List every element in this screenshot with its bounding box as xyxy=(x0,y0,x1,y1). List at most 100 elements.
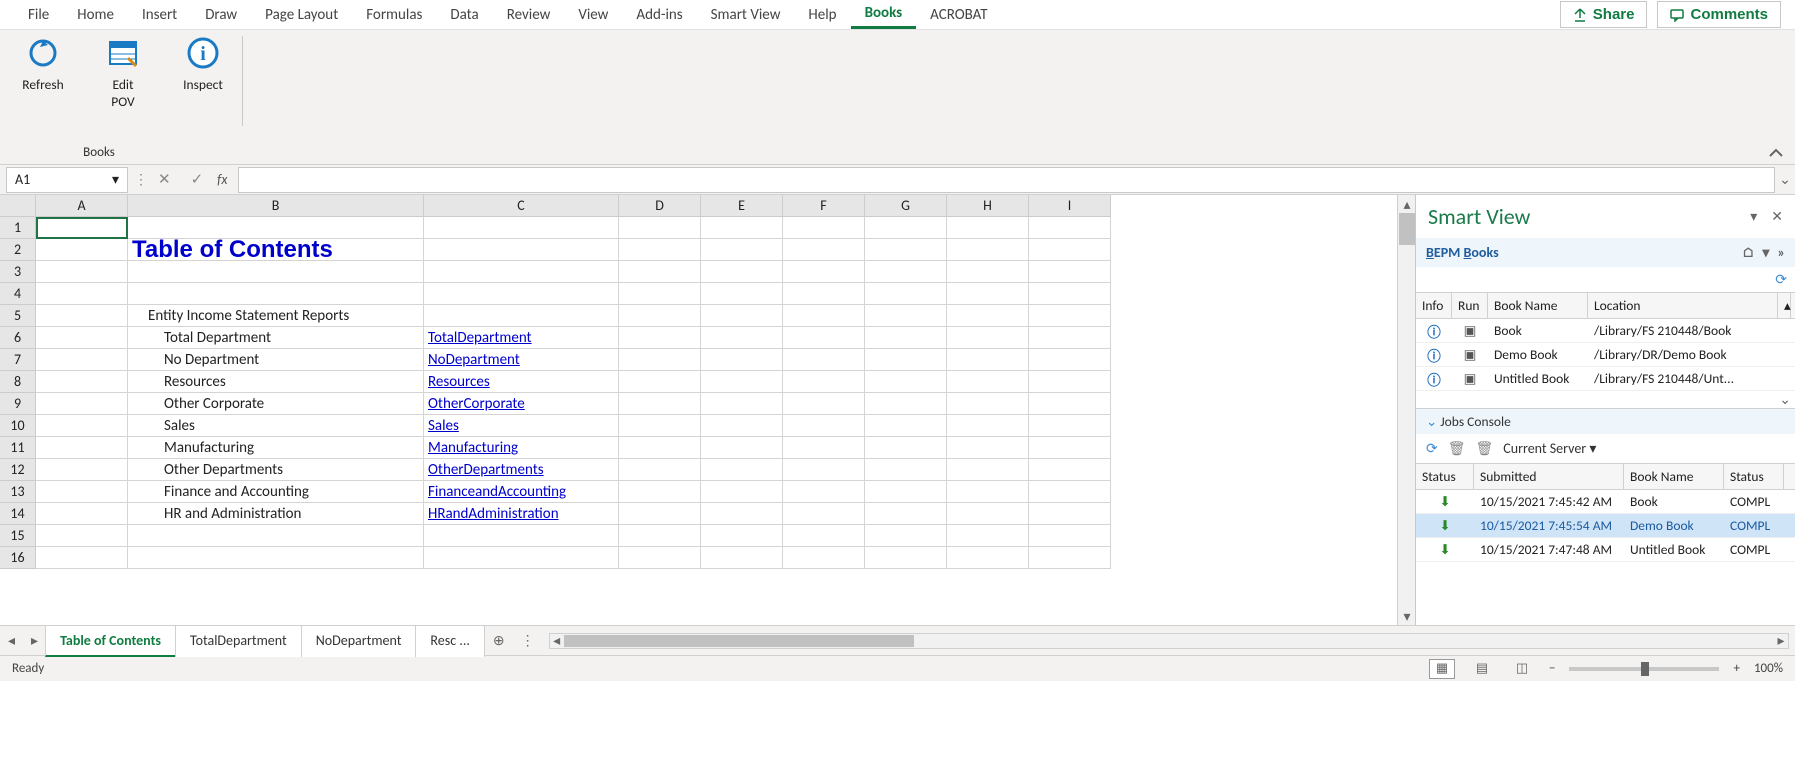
select-all-corner[interactable] xyxy=(0,195,36,217)
download-icon[interactable]: ⬇ xyxy=(1416,493,1474,510)
home-icon[interactable]: ⌂ xyxy=(1742,244,1754,261)
cell-I14[interactable] xyxy=(1029,503,1111,525)
cell-A3[interactable] xyxy=(36,261,128,283)
books-col-location[interactable]: Location xyxy=(1588,293,1778,318)
cell-H14[interactable] xyxy=(947,503,1029,525)
cell-I2[interactable] xyxy=(1029,239,1111,261)
cell-C15[interactable] xyxy=(424,525,619,547)
cell-G11[interactable] xyxy=(865,437,947,459)
jobs-expand-icon[interactable]: ⌄ xyxy=(1426,413,1437,430)
sheet-tab-nodepartment[interactable]: NoDepartment xyxy=(301,625,417,657)
cell-F11[interactable] xyxy=(783,437,865,459)
tab-view[interactable]: View xyxy=(564,2,622,28)
cell-I12[interactable] xyxy=(1029,459,1111,481)
row-header-7[interactable]: 7 xyxy=(0,349,36,371)
jobs-col-2[interactable]: Book Name xyxy=(1624,464,1724,489)
cell-F9[interactable] xyxy=(783,393,865,415)
cell-F15[interactable] xyxy=(783,525,865,547)
cell-E6[interactable] xyxy=(701,327,783,349)
delete-job-icon[interactable]: 🗑 xyxy=(1448,440,1466,457)
name-box[interactable]: A1 ▾ xyxy=(6,167,128,193)
cell-C4[interactable] xyxy=(424,283,619,305)
cell-D11[interactable] xyxy=(619,437,701,459)
cell-C14[interactable]: HRandAdministration xyxy=(424,503,619,525)
name-box-dropdown-icon[interactable]: ▾ xyxy=(112,171,119,188)
link[interactable]: Manufacturing xyxy=(428,439,518,457)
tab-help[interactable]: Help xyxy=(794,2,850,28)
job-row[interactable]: ⬇ 10/15/2021 7:47:48 AM Untitled Book CO… xyxy=(1416,538,1795,562)
cell-E14[interactable] xyxy=(701,503,783,525)
confirm-formula-icon[interactable]: ✓ xyxy=(181,170,214,189)
row-header-6[interactable]: 6 xyxy=(0,327,36,349)
books-col-run[interactable]: Run xyxy=(1452,293,1488,318)
cell-A16[interactable] xyxy=(36,547,128,569)
cell-H7[interactable] xyxy=(947,349,1029,371)
row-header-4[interactable]: 4 xyxy=(0,283,36,305)
cell-C7[interactable]: NoDepartment xyxy=(424,349,619,371)
inspect-button[interactable]: iInspect xyxy=(172,36,234,110)
column-header-E[interactable]: E xyxy=(701,195,783,217)
cell-C9[interactable]: OtherCorporate xyxy=(424,393,619,415)
scroll-tabs-right-icon[interactable]: ▸ xyxy=(23,632,46,649)
cell-H6[interactable] xyxy=(947,327,1029,349)
cell-F7[interactable] xyxy=(783,349,865,371)
job-row[interactable]: ⬇ 10/15/2021 7:45:54 AM Demo Book COMPL xyxy=(1416,514,1795,538)
collapse-ribbon-icon[interactable] xyxy=(1769,148,1783,158)
jobs-col-3[interactable]: Status xyxy=(1724,464,1784,489)
cell-G10[interactable] xyxy=(865,415,947,437)
cell-G3[interactable] xyxy=(865,261,947,283)
job-row[interactable]: ⬇ 10/15/2021 7:45:42 AM Book COMPL xyxy=(1416,490,1795,514)
cell-H10[interactable] xyxy=(947,415,1029,437)
refresh-books-icon[interactable]: ⟳ xyxy=(1775,271,1787,288)
cell-E11[interactable] xyxy=(701,437,783,459)
tab-smart-view[interactable]: Smart View xyxy=(697,2,795,28)
cell-E3[interactable] xyxy=(701,261,783,283)
link[interactable]: OtherDepartments xyxy=(428,461,544,479)
cell-B8[interactable]: Resources xyxy=(128,371,424,393)
cell-G4[interactable] xyxy=(865,283,947,305)
panel-menu-icon[interactable]: ▾ xyxy=(1762,244,1769,261)
cell-E2[interactable] xyxy=(701,239,783,261)
zoom-in-icon[interactable]: + xyxy=(1733,661,1739,676)
scroll-down-icon[interactable]: ▾ xyxy=(1398,607,1416,625)
row-header-11[interactable]: 11 xyxy=(0,437,36,459)
row-header-2[interactable]: 2 xyxy=(0,239,36,261)
cell-G5[interactable] xyxy=(865,305,947,327)
cell-A6[interactable] xyxy=(36,327,128,349)
book-row[interactable]: ⓘ ▣ Untitled Book /Library/FS 210448/Unt… xyxy=(1416,367,1795,391)
info-icon[interactable]: ⓘ xyxy=(1416,345,1452,365)
row-header-1[interactable]: 1 xyxy=(0,217,36,239)
cell-H11[interactable] xyxy=(947,437,1029,459)
cell-C16[interactable] xyxy=(424,547,619,569)
sheet-tab-table-of-contents[interactable]: Table of Contents xyxy=(45,625,176,657)
cell-D8[interactable] xyxy=(619,371,701,393)
sheet-tab-resc----[interactable]: Resc ... xyxy=(415,625,484,657)
cell-A7[interactable] xyxy=(36,349,128,371)
comments-button[interactable]: Comments xyxy=(1657,1,1781,28)
cell-H8[interactable] xyxy=(947,371,1029,393)
vscroll-thumb[interactable] xyxy=(1399,213,1415,245)
row-header-13[interactable]: 13 xyxy=(0,481,36,503)
jobs-col-0[interactable]: Status xyxy=(1416,464,1474,489)
sheet-tab-totaldepartment[interactable]: TotalDepartment xyxy=(175,625,302,657)
cell-H3[interactable] xyxy=(947,261,1029,283)
vertical-scrollbar[interactable]: ▴ ▾ xyxy=(1397,195,1415,625)
cell-B15[interactable] xyxy=(128,525,424,547)
cell-C6[interactable]: TotalDepartment xyxy=(424,327,619,349)
tab-page-layout[interactable]: Page Layout xyxy=(251,2,352,28)
formula-input[interactable] xyxy=(238,167,1776,193)
cell-B7[interactable]: No Department xyxy=(128,349,424,371)
cell-H12[interactable] xyxy=(947,459,1029,481)
horizontal-scrollbar[interactable]: ◂ ▸ xyxy=(549,633,1789,649)
cell-A8[interactable] xyxy=(36,371,128,393)
cell-A12[interactable] xyxy=(36,459,128,481)
cell-F6[interactable] xyxy=(783,327,865,349)
link[interactable]: OtherCorporate xyxy=(428,395,525,413)
column-header-G[interactable]: G xyxy=(865,195,947,217)
cell-I11[interactable] xyxy=(1029,437,1111,459)
cell-D3[interactable] xyxy=(619,261,701,283)
link[interactable]: TotalDepartment xyxy=(428,329,532,347)
cell-C12[interactable]: OtherDepartments xyxy=(424,459,619,481)
tab-formulas[interactable]: Formulas xyxy=(352,2,436,28)
cancel-formula-icon[interactable]: ✕ xyxy=(148,170,181,189)
